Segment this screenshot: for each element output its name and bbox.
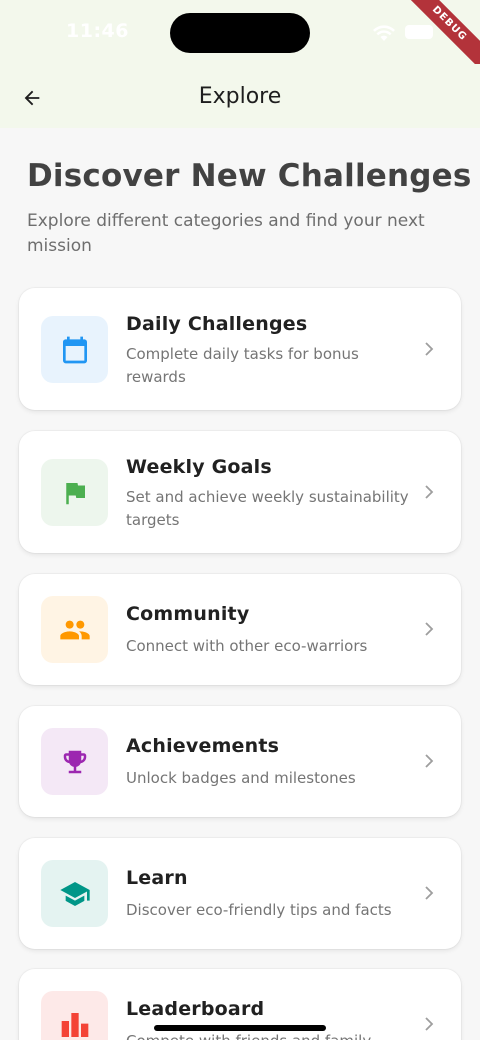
category-description: Set and achieve weekly sustainability ta…	[126, 488, 409, 529]
category-icon-box	[41, 596, 108, 663]
category-title: Daily Challenges	[126, 313, 308, 335]
chevron-right-icon	[425, 622, 434, 636]
chevron-right-icon	[425, 886, 434, 900]
category-card-weekly-goals[interactable]: Weekly Goals Set and achieve weekly sust…	[19, 431, 461, 553]
category-icon-box	[41, 459, 108, 526]
home-indicator[interactable]	[154, 1025, 326, 1031]
category-title: Learn	[126, 867, 188, 889]
category-title: Community	[126, 603, 250, 625]
battery-icon	[405, 25, 433, 39]
leaderboard-icon	[61, 1012, 88, 1037]
flag-icon	[65, 482, 85, 504]
chevron-right-icon	[425, 485, 434, 499]
category-icon-box	[41, 728, 108, 795]
school-icon	[59, 881, 90, 906]
category-icon-box	[41, 860, 108, 927]
category-card-learn[interactable]: Learn Discover eco-friendly tips and fac…	[19, 838, 461, 949]
category-card-daily-challenges[interactable]: Daily Challenges Complete daily tasks fo…	[19, 288, 461, 410]
category-description: Compete with friends and family	[126, 1030, 416, 1040]
page-title: Explore	[198, 84, 282, 109]
category-description: Unlock badges and milestones	[126, 769, 356, 787]
category-description: Connect with other eco-warriors	[126, 637, 368, 655]
category-card-achievements[interactable]: Achievements Unlock badges and milestone…	[19, 706, 461, 817]
chevron-right-icon	[425, 1017, 434, 1031]
dynamic-island	[170, 13, 310, 53]
status-time: 11:46	[66, 20, 129, 42]
chevron-right-icon	[425, 754, 434, 768]
category-title: Weekly Goals	[126, 456, 272, 478]
people-icon	[59, 620, 90, 639]
app-bar: Explore	[0, 64, 480, 128]
category-description: Complete daily tasks for bonus rewards	[126, 345, 359, 386]
chevron-right-icon	[425, 342, 434, 356]
section-subheading: Explore different categories and find yo…	[27, 211, 425, 256]
status-bar: 11:46 DEBUG	[0, 0, 480, 78]
trophy-icon	[63, 750, 86, 773]
calendar-icon	[62, 336, 87, 363]
section-heading: Discover New Challenges	[27, 158, 472, 194]
category-description: Discover eco-friendly tips and facts	[126, 901, 392, 919]
category-icon-box	[41, 316, 108, 383]
category-title: Achievements	[126, 735, 280, 757]
category-card-community[interactable]: Community Connect with other eco-warrior…	[19, 574, 461, 685]
wifi-icon	[373, 25, 395, 41]
category-title: Leaderboard	[126, 998, 265, 1020]
category-icon-box	[41, 991, 108, 1040]
